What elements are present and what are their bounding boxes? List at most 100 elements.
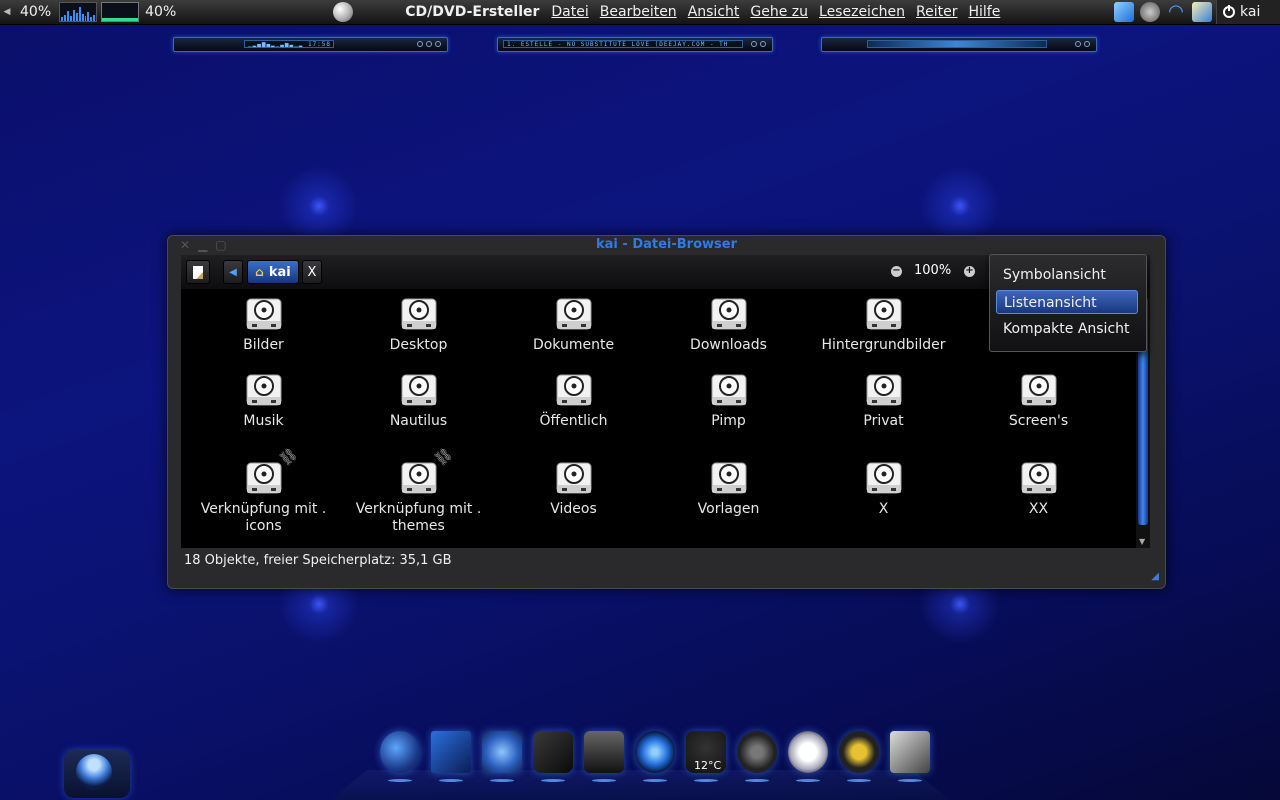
network-icon[interactable] bbox=[482, 731, 522, 782]
folder-icon bbox=[709, 369, 749, 409]
media-player-widget[interactable]: ▁▂▄▆▄▂▁▃▅▃▁▂ 17:58 bbox=[173, 37, 448, 52]
menu-reiter[interactable]: Reiter bbox=[916, 4, 957, 20]
folder-item[interactable]: ⛓ Verknüpfung mit . icons bbox=[186, 445, 341, 535]
folder-item[interactable]: Dokumente bbox=[496, 293, 651, 354]
quicktime-icon[interactable] bbox=[635, 731, 675, 782]
volume-widget[interactable] bbox=[821, 37, 1097, 52]
folder-label: Hintergrundbilder bbox=[821, 337, 946, 353]
notes-icon[interactable] bbox=[1192, 2, 1212, 22]
folder-item[interactable]: Öffentlich bbox=[496, 369, 651, 430]
folder-label: Verknüpfung mit . themes bbox=[355, 501, 482, 534]
close-location-button[interactable]: X bbox=[302, 260, 322, 284]
folder-icon bbox=[1019, 457, 1059, 497]
folder-icon bbox=[864, 457, 904, 497]
window-title: kai - Datei-Browser bbox=[596, 237, 737, 252]
app-name[interactable]: CD/DVD-Ersteller bbox=[405, 4, 539, 20]
wifi-icon[interactable]: ◠ bbox=[1166, 2, 1186, 22]
screenshot-icon[interactable] bbox=[890, 731, 930, 782]
view-option-listenansicht[interactable]: Listenansicht bbox=[996, 290, 1138, 314]
folder-item[interactable]: Vorlagen bbox=[651, 457, 806, 518]
panel-left-arrow-icon[interactable]: ◀ bbox=[0, 7, 14, 17]
folder-label: Nautilus bbox=[389, 413, 448, 429]
folder-item[interactable]: Videos bbox=[496, 457, 651, 518]
firefox-icon[interactable] bbox=[380, 731, 420, 782]
system-tray: ◠ bbox=[1114, 2, 1212, 22]
player-controls[interactable] bbox=[417, 41, 441, 47]
folder-icon bbox=[709, 293, 749, 333]
folder-icon bbox=[554, 293, 594, 333]
folder-label: Dokumente bbox=[532, 337, 615, 353]
folder-link-icon: ⛓ bbox=[244, 445, 300, 497]
memory-graph bbox=[101, 2, 140, 22]
folder-icon bbox=[399, 293, 439, 333]
folder-item[interactable]: Bilder bbox=[186, 293, 341, 354]
folder-label: Desktop bbox=[389, 337, 448, 353]
folder-label: Pimp bbox=[711, 413, 746, 429]
zoom-out-icon[interactable]: − bbox=[891, 266, 902, 277]
folder-item[interactable]: Screen's bbox=[961, 369, 1116, 430]
view-option-kompakte-ansicht[interactable]: Kompakte Ansicht bbox=[996, 317, 1138, 341]
clock-icon[interactable] bbox=[788, 731, 828, 782]
media-player-icon[interactable] bbox=[839, 731, 879, 782]
folder-icon bbox=[864, 369, 904, 409]
menu-ansicht[interactable]: Ansicht bbox=[688, 4, 740, 20]
folder-icon bbox=[244, 293, 284, 333]
monitor-icon[interactable] bbox=[431, 731, 471, 782]
folder-item[interactable]: Nautilus bbox=[341, 369, 496, 430]
back-arrow-icon: ◀ bbox=[229, 266, 237, 278]
dock-shelf bbox=[330, 770, 950, 800]
track-controls[interactable] bbox=[751, 41, 766, 47]
folder-label: X bbox=[878, 501, 889, 517]
folder-label: Verknüpfung mit . icons bbox=[200, 501, 327, 534]
menu-datei[interactable]: Datei bbox=[551, 4, 588, 20]
menu-lesezeichen[interactable]: Lesezeichen bbox=[819, 4, 905, 20]
home-icon: ⌂ bbox=[255, 265, 264, 279]
scroll-down-icon[interactable]: ▼ bbox=[1139, 537, 1145, 546]
menu-bearbeiten[interactable]: Bearbeiten bbox=[600, 4, 677, 20]
folder-item[interactable]: Musik bbox=[186, 369, 341, 430]
folder-link-icon: ⛓ bbox=[399, 445, 455, 497]
folder-label: Öffentlich bbox=[539, 413, 608, 429]
location-button-home[interactable]: ⌂ kai bbox=[247, 260, 299, 284]
menu-gehe-zu[interactable]: Gehe zu bbox=[750, 4, 808, 20]
weather-icon[interactable]: 12°C bbox=[686, 731, 726, 782]
location-label: kai bbox=[268, 264, 291, 280]
back-button[interactable]: ◀ bbox=[223, 260, 243, 284]
power-icon bbox=[1223, 5, 1235, 18]
cpu-percent: 40% bbox=[20, 4, 52, 20]
folder-item[interactable]: Privat bbox=[806, 369, 961, 430]
player-lcd: ▁▂▄▆▄▂▁▃▅▃▁▂ 17:58 bbox=[244, 40, 334, 48]
zoom-level: 100% bbox=[914, 263, 952, 278]
folder-item[interactable]: Hintergrundbilder bbox=[806, 293, 961, 354]
folder-icon[interactable] bbox=[533, 731, 573, 782]
app-logo-icon[interactable] bbox=[333, 2, 354, 22]
trash-icon[interactable] bbox=[584, 731, 624, 782]
folder-icon bbox=[399, 369, 439, 409]
volume-controls[interactable] bbox=[1075, 41, 1090, 47]
speaker-icon[interactable] bbox=[1140, 2, 1160, 22]
cursor-icon[interactable] bbox=[1114, 2, 1134, 22]
folder-item[interactable]: X bbox=[806, 457, 961, 518]
user-menu-button[interactable]: kai bbox=[1216, 0, 1280, 24]
new-document-button[interactable] bbox=[186, 260, 210, 284]
cpu-graph bbox=[59, 2, 98, 22]
folder-item[interactable]: XX bbox=[961, 457, 1116, 518]
folder-item[interactable]: Pimp bbox=[651, 369, 806, 430]
document-icon bbox=[193, 265, 203, 279]
folder-item[interactable]: Desktop bbox=[341, 293, 496, 354]
folder-item[interactable]: ⛓ Verknüpfung mit . themes bbox=[341, 445, 496, 535]
memory-percent: 40% bbox=[145, 4, 177, 20]
folder-label: Videos bbox=[550, 501, 597, 517]
folder-label: Screen's bbox=[1008, 413, 1069, 429]
track-lcd: 1. ESTELLE - NO SUBSTITUTE LOVE (DEEJAY.… bbox=[503, 40, 743, 48]
track-title-widget[interactable]: 1. ESTELLE - NO SUBSTITUTE LOVE (DEEJAY.… bbox=[497, 37, 773, 52]
view-option-symbolansicht[interactable]: Symbolansicht bbox=[996, 263, 1138, 287]
menu-hilfe[interactable]: Hilfe bbox=[968, 4, 1000, 20]
webcam-icon[interactable] bbox=[737, 731, 777, 782]
dock-left-user[interactable] bbox=[64, 750, 130, 798]
menubar: Datei Bearbeiten Ansicht Gehe zu Lesezei… bbox=[551, 4, 1000, 20]
folder-item[interactable]: Downloads bbox=[651, 293, 806, 354]
resize-grip-icon[interactable]: ◢ bbox=[1151, 571, 1159, 582]
status-bar: 18 Objekte, freier Speicherplatz: 35,1 G… bbox=[184, 553, 452, 568]
zoom-in-icon[interactable]: + bbox=[964, 266, 975, 277]
